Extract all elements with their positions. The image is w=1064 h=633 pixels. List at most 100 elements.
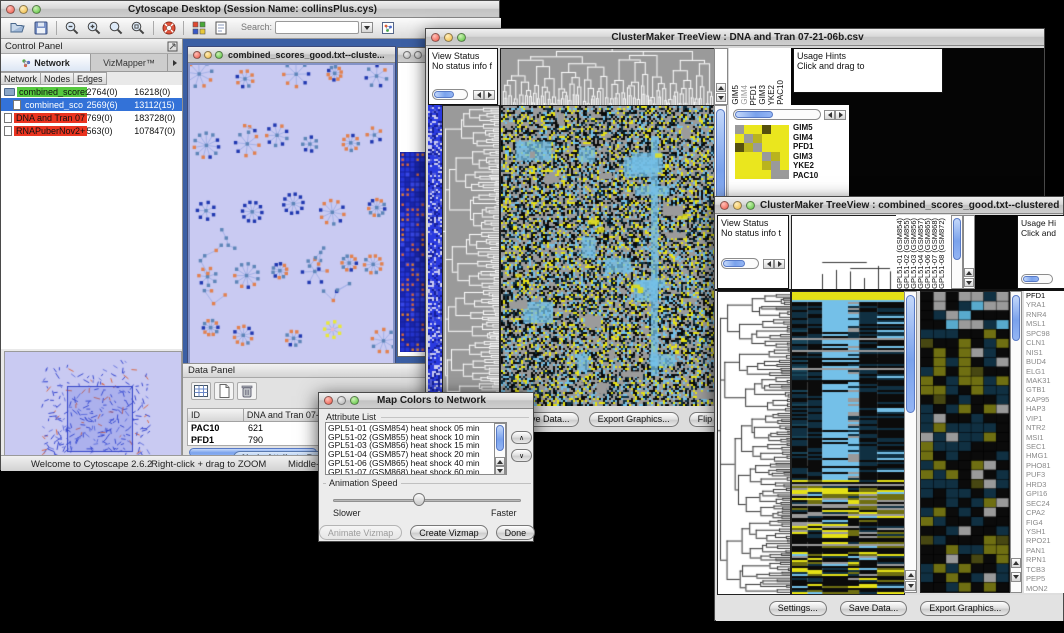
treeview2-title-bar[interactable]: ClusterMaker TreeView : combined_scores_… (715, 197, 1063, 214)
zoom-button[interactable] (350, 396, 359, 405)
gene-label[interactable]: MON2 (1026, 584, 1064, 593)
view-status-scrollbar[interactable] (432, 89, 468, 100)
zoom-button[interactable] (746, 201, 755, 210)
gene-label[interactable]: RPO21 (1026, 536, 1064, 545)
scroll-up-button[interactable] (1011, 558, 1021, 568)
scroll-down-button[interactable] (1011, 572, 1021, 582)
scroll-down-button[interactable] (716, 93, 726, 102)
matrix-gene-label[interactable]: PFD1 (793, 142, 845, 152)
matrix-gene-label[interactable]: YKE2 (793, 161, 845, 171)
gene-label[interactable]: RPN1 (1026, 555, 1064, 564)
treeview2-action-button[interactable]: Settings... (769, 601, 827, 616)
gene-label[interactable]: CPA2 (1026, 508, 1064, 517)
float-panel-icon[interactable] (165, 40, 179, 52)
save-icon[interactable] (32, 20, 49, 36)
minimize-button[interactable] (19, 5, 28, 14)
column-label[interactable]: GPL51-08 (GSM872) (938, 218, 945, 289)
gene-label[interactable]: GPI16 (1026, 489, 1064, 498)
column-label[interactable]: PFD1 (749, 85, 758, 105)
gene-label[interactable]: SEC24 (1026, 499, 1064, 508)
gene-label[interactable]: YSH1 (1026, 527, 1064, 536)
network-table-header-cell[interactable]: Edges (74, 72, 107, 85)
network-view-canvas[interactable] (190, 65, 393, 363)
new-attribute-icon[interactable] (214, 382, 234, 400)
dense-network-grid-canvas[interactable] (400, 152, 426, 352)
scroll-right-button[interactable] (774, 259, 785, 269)
matrix-gene-label[interactable]: GIM4 (793, 133, 845, 143)
network-table-header-cell[interactable]: Network (1, 72, 41, 85)
tab-vizmapper[interactable]: VizMapper™ (91, 54, 167, 71)
treeview1-heatmap[interactable] (500, 105, 715, 407)
search-input[interactable] (275, 21, 359, 34)
network-table-header-cell[interactable]: Nodes (41, 72, 74, 85)
view-status-scrollbar[interactable] (721, 258, 759, 269)
scroll-down-button[interactable] (905, 581, 916, 591)
treeview2-heatmap[interactable] (791, 291, 905, 595)
gene-label[interactable]: CLN1 (1026, 338, 1064, 347)
scroll-up-button[interactable] (716, 83, 726, 92)
scroll-up-button[interactable] (495, 457, 505, 466)
network-view-1-title-bar[interactable]: combined_scores_good.txt--cluste... (188, 47, 395, 63)
minimize-button[interactable] (733, 201, 742, 210)
close-button[interactable] (6, 5, 15, 14)
usage-scrollbar[interactable] (1021, 274, 1053, 284)
zoom-selected-icon[interactable] (129, 20, 146, 36)
open-file-icon[interactable] (9, 20, 26, 36)
move-down-button[interactable]: ∨ (511, 449, 532, 462)
treeview2-col-label-scrollbar[interactable] (951, 215, 963, 289)
gene-label[interactable]: MSL1 (1026, 319, 1064, 328)
close-button[interactable] (403, 51, 411, 59)
cluster-matrix[interactable] (735, 125, 789, 179)
matrix-gene-label[interactable]: GIM3 (793, 152, 845, 162)
treeview2-heatmap-vscrollbar[interactable] (904, 291, 917, 593)
attr-col-id[interactable]: ID (188, 409, 244, 422)
gene-label[interactable]: KAP95 (1026, 395, 1064, 404)
network-list-row[interactable]: DNA and Tran 07 769(0) 183728(0) (1, 111, 182, 124)
zoom-in-icon[interactable] (85, 20, 102, 36)
delete-attribute-icon[interactable] (237, 382, 257, 400)
speed-slider-thumb[interactable] (413, 493, 425, 506)
done-button[interactable]: Done (496, 525, 536, 540)
move-up-button[interactable]: ∧ (511, 431, 532, 444)
treeview1-action-button[interactable]: Export Graphics... (589, 412, 679, 427)
network-list-row[interactable]: combined_scores 2764(0) 16218(0) (1, 85, 182, 98)
minimize-button[interactable] (204, 51, 212, 59)
gene-label[interactable]: PEP5 (1026, 574, 1064, 583)
minimize-button[interactable] (414, 51, 422, 59)
matrix-gene-label[interactable]: GIM5 (793, 123, 845, 133)
gene-label[interactable]: PAN1 (1026, 546, 1064, 555)
gene-label[interactable]: PHO81 (1026, 461, 1064, 470)
scroll-up-button[interactable] (905, 570, 916, 580)
gene-label[interactable]: PFD1 (1026, 291, 1064, 300)
gene-label[interactable]: HAP3 (1026, 404, 1064, 413)
column-label[interactable]: GIM5 (731, 85, 740, 105)
gene-label[interactable]: HRD3 (1026, 480, 1064, 489)
matrix-gene-label[interactable]: PAC10 (793, 171, 845, 181)
scroll-right-button[interactable] (835, 110, 846, 120)
gene-label[interactable]: MSI1 (1026, 433, 1064, 442)
minimize-button[interactable] (337, 396, 346, 405)
gene-label[interactable]: ELG1 (1026, 367, 1064, 376)
gene-label[interactable]: NTR2 (1026, 423, 1064, 432)
column-label[interactable]: GIM4 (740, 85, 749, 105)
gene-label[interactable]: MAK31 (1026, 376, 1064, 385)
tab-network[interactable]: Network (1, 54, 91, 71)
scroll-up-button[interactable] (964, 268, 974, 277)
network-list-row[interactable]: combined_sco 2569(6) 13112(15) (1, 98, 182, 111)
treeview2-action-button[interactable]: Save Data... (840, 601, 908, 616)
zoom-button[interactable] (215, 51, 223, 59)
zoom-fit-icon[interactable] (107, 20, 124, 36)
gene-label[interactable]: SEC1 (1026, 442, 1064, 451)
close-button[interactable] (193, 51, 201, 59)
gene-label[interactable]: SPC98 (1026, 329, 1064, 338)
treeview2-row-dendrogram[interactable] (717, 291, 791, 595)
zoom-button[interactable] (32, 5, 41, 14)
scroll-down-button[interactable] (964, 278, 974, 287)
gene-label[interactable]: GTB1 (1026, 385, 1064, 394)
gene-label[interactable]: PUF3 (1026, 470, 1064, 479)
annotation-icon[interactable] (212, 20, 229, 36)
scroll-left-button[interactable] (473, 90, 484, 100)
zoom-out-icon[interactable] (63, 20, 80, 36)
vizmap-grid-icon[interactable] (190, 20, 207, 36)
treeview2-genelist-scrollbar[interactable] (1010, 291, 1022, 593)
